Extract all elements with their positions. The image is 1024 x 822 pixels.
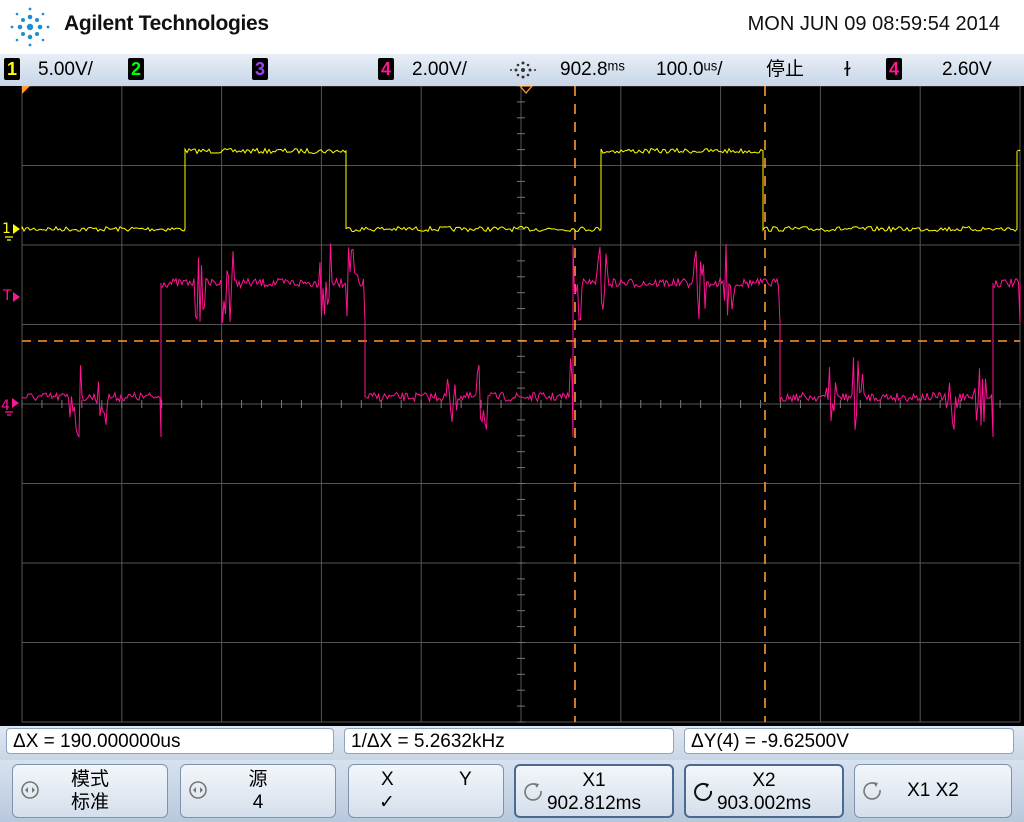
ch1-ground-marker: 1 — [2, 221, 11, 237]
graticule — [21, 85, 1021, 723]
ch3-indicator[interactable]: 3 — [252, 58, 268, 80]
run-state: 停止 — [766, 59, 805, 80]
status-bar: 1 5.00V/ 2 3 4 2.00V/ 902.8ᵐˢ 100.0ᵘˢ/ 停… — [0, 54, 1024, 86]
ch2-indicator[interactable]: 2 — [128, 58, 144, 80]
xy-softkey[interactable]: X Y ✓ — [348, 764, 504, 818]
x1x2-label: X1 X2 — [907, 780, 959, 801]
delta-x-readout: ΔX = 190.000000us — [6, 728, 334, 754]
trigger-time-marker — [518, 85, 534, 94]
ch4-indicator[interactable]: 4 — [378, 58, 394, 80]
left-edge-marker — [22, 86, 30, 94]
date-time: MON JUN 09 08:59:54 2014 — [747, 13, 1000, 35]
x1-label: X1 — [582, 770, 606, 791]
brand-name: Agilent Technologies — [64, 12, 269, 35]
source-label: 源 — [248, 769, 268, 790]
trigger-level: 2.60V — [942, 59, 992, 80]
waveform-display[interactable]: 1 T 4 — [0, 85, 1024, 726]
ch1-indicator[interactable]: 1 — [4, 58, 20, 80]
y-label: Y — [459, 769, 472, 790]
x1-cursor-softkey[interactable]: X1 902.812ms — [514, 764, 674, 818]
mode-label: 模式 — [70, 769, 109, 790]
time-scale: 100.0ᵘˢ/ — [656, 59, 723, 80]
trigger-position-icon — [510, 61, 536, 79]
softkey-bar: 模式 标准 源 4 X Y ✓ X1 902.812ms X2 903.002m… — [0, 760, 1024, 822]
source-value: 4 — [252, 792, 264, 813]
trigger-source: 4 — [886, 58, 902, 80]
ch1-scale: 5.00V/ — [38, 59, 93, 80]
trigger-level-marker: T — [2, 288, 12, 304]
measurement-bar: ΔX = 190.000000us 1/ΔX = 5.2632kHz ΔY(4)… — [0, 726, 1024, 760]
header: Agilent Technologies MON JUN 09 08:59:54… — [0, 0, 1024, 54]
inverse-delta-x-readout: 1/ΔX = 5.2632kHz — [344, 728, 674, 754]
time-delay: 902.8ᵐˢ — [560, 59, 625, 80]
mode-softkey[interactable]: 模式 标准 — [12, 764, 168, 818]
agilent-logo-icon — [10, 7, 50, 47]
x1x2-softkey[interactable]: X1 X2 — [854, 764, 1012, 818]
x-label: X — [381, 769, 394, 790]
waveform-canvas: 1 T 4 — [1, 85, 1021, 723]
delta-y-readout: ΔY(4) = -9.62500V — [684, 728, 1014, 754]
source-softkey[interactable]: 源 4 — [180, 764, 336, 818]
mode-value: 标准 — [70, 792, 109, 813]
trigger-slope-icon: ɫ — [844, 59, 851, 81]
x-selected-check: ✓ — [379, 792, 395, 813]
ch4-scale: 2.00V/ — [412, 59, 467, 80]
x2-value: 903.002ms — [716, 793, 811, 814]
x2-cursor-softkey[interactable]: X2 903.002ms — [684, 764, 844, 818]
x1-value: 902.812ms — [546, 793, 641, 814]
x2-label: X2 — [752, 770, 776, 791]
